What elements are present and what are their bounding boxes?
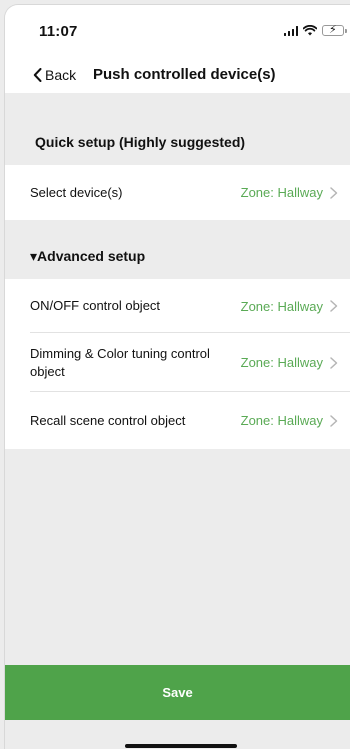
section-header-quick-setup: Quick setup (Highly suggested) bbox=[5, 93, 350, 165]
section-title-quick-setup: Quick setup (Highly suggested) bbox=[35, 134, 246, 150]
row-value: Zone: Hallway bbox=[240, 298, 323, 314]
row-value: Zone: Hallway bbox=[240, 413, 323, 428]
phone-screen: 11:07 ⚡ Back Push controlled device(s) Q… bbox=[4, 4, 350, 749]
chevron-right-icon bbox=[330, 186, 338, 199]
row-dimming-color-tuning-control-object[interactable]: Dimming & Color tuning control object Zo… bbox=[5, 333, 350, 392]
row-label: Select device(s) bbox=[30, 184, 123, 200]
charging-bolt-icon: ⚡ bbox=[329, 24, 337, 36]
row-label: Recall scene control object bbox=[30, 412, 186, 428]
chevron-left-icon bbox=[33, 68, 42, 82]
row-select-devices[interactable]: Select device(s) Zone: Hallway bbox=[5, 165, 350, 220]
navigation-bar: Back Push controlled device(s) bbox=[5, 57, 350, 93]
save-button[interactable]: Save bbox=[5, 665, 350, 720]
row-recall-scene-control-object[interactable]: Recall scene control object Zone: Hallwa… bbox=[5, 392, 350, 449]
row-value: Zone: Hallway bbox=[240, 185, 323, 200]
section-header-advanced-setup[interactable]: ▾Advanced setup bbox=[5, 230, 350, 278]
row-onoff-control-object[interactable]: ON/OFF control object Zone: Hallway bbox=[5, 279, 350, 333]
chevron-right-icon bbox=[330, 414, 338, 427]
home-indicator-area bbox=[5, 720, 350, 749]
section-title-advanced-setup: ▾Advanced setup bbox=[30, 248, 146, 264]
chevron-right-icon bbox=[330, 300, 338, 312]
back-label: Back bbox=[45, 67, 77, 83]
cellular-signal-icon bbox=[283, 25, 298, 36]
back-button[interactable]: Back bbox=[33, 67, 76, 83]
row-label: ON/OFF control object bbox=[30, 298, 161, 313]
row-label: Dimming & Color tuning control object bbox=[30, 345, 210, 379]
home-indicator[interactable] bbox=[125, 744, 237, 748]
chevron-right-icon bbox=[330, 356, 338, 369]
status-time: 11:07 bbox=[39, 23, 78, 40]
status-bar: 11:07 ⚡ bbox=[5, 5, 350, 57]
wifi-icon bbox=[303, 25, 317, 36]
battery-icon: ⚡ bbox=[322, 24, 347, 36]
status-icons: ⚡ bbox=[283, 24, 347, 36]
page-title: Push controlled device(s) bbox=[93, 66, 276, 83]
row-value: Zone: Hallway bbox=[240, 355, 323, 370]
